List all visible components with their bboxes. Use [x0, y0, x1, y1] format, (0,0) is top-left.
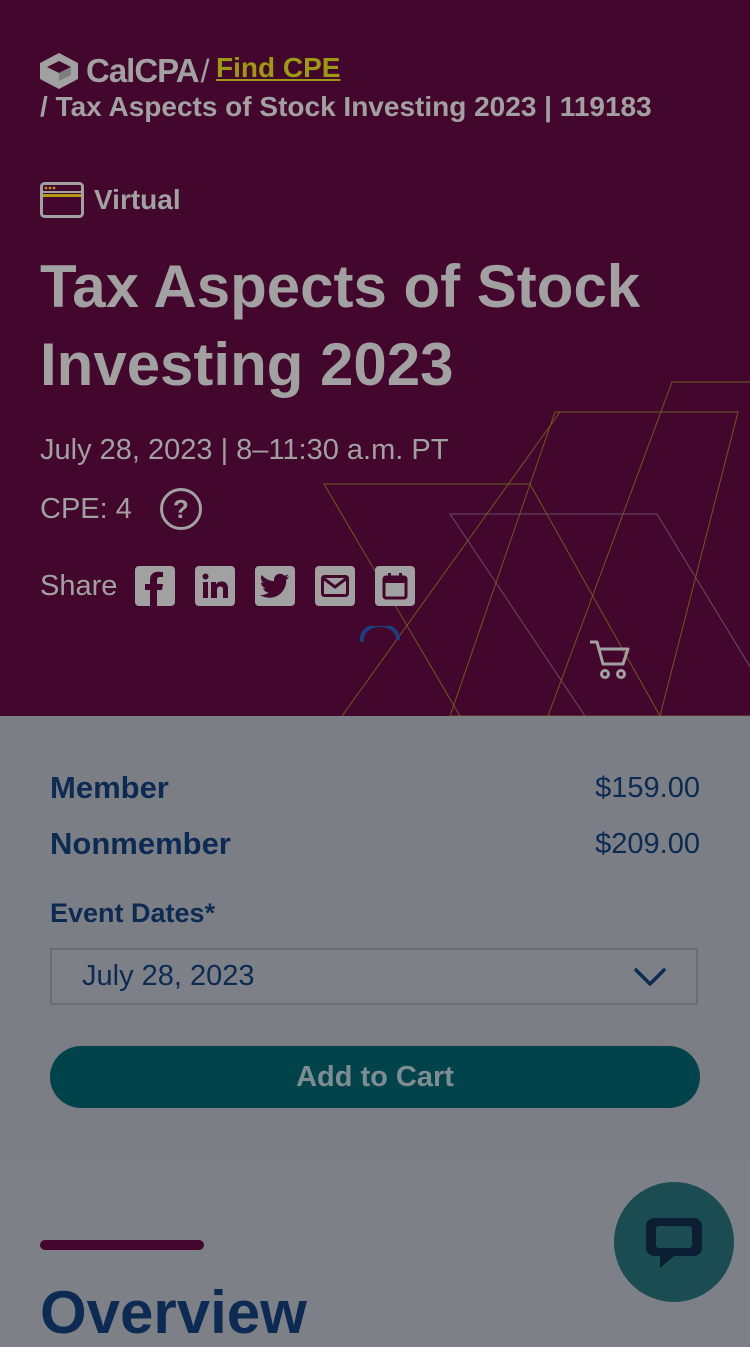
- cpe-credits: CPE: 4 ?: [40, 488, 202, 530]
- member-price-row: Member $159.00: [50, 770, 700, 806]
- breadcrumb-current-page: / Tax Aspects of Stock Investing 2023 | …: [40, 91, 652, 122]
- event-dates-selected-value: July 28, 2023: [82, 960, 255, 992]
- share-label: Share: [40, 569, 118, 602]
- calcpa-logo-icon: [40, 53, 78, 89]
- add-to-calendar-button[interactable]: [375, 566, 416, 606]
- event-dates-label: Event Dates*: [50, 898, 216, 928]
- logo-text: CalCPA: [86, 52, 200, 89]
- calcpa-logo[interactable]: CalCPA /: [40, 52, 209, 90]
- cpe-label: CPE: 4: [40, 492, 132, 525]
- share-facebook-button[interactable]: [135, 566, 176, 606]
- breadcrumb-separator: /: [200, 52, 210, 89]
- nonmember-price: $209.00: [595, 827, 700, 860]
- member-label: Member: [50, 770, 169, 805]
- calendar-icon: [382, 573, 408, 600]
- loading-spinner-icon: [359, 626, 400, 642]
- share-email-button[interactable]: [315, 566, 356, 606]
- event-format: Virtual: [40, 182, 181, 218]
- facebook-icon: [145, 571, 164, 606]
- event-title: Tax Aspects of Stock Investing 2023: [40, 253, 641, 398]
- event-hero: CalCPA / Find CPE / Tax Aspects of Stock…: [0, 0, 750, 716]
- member-price: $159.00: [595, 771, 700, 804]
- breadcrumb-find-cpe-link[interactable]: Find CPE: [216, 52, 340, 84]
- help-icon[interactable]: ?: [159, 488, 202, 530]
- email-icon: [321, 575, 350, 597]
- nonmember-price-row: Nonmember $209.00: [50, 826, 700, 862]
- event-dates-select[interactable]: July 28, 2023: [50, 948, 698, 1005]
- share-linkedin-button[interactable]: [195, 566, 236, 606]
- cart-icon[interactable]: [588, 638, 632, 682]
- browser-window-icon: [40, 182, 84, 218]
- share-twitter-button[interactable]: [255, 566, 296, 606]
- overview-accent-bar: [40, 1240, 204, 1250]
- nonmember-label: Nonmember: [50, 826, 231, 861]
- chat-bubble-icon: [646, 1218, 702, 1268]
- chevron-down-icon: [634, 967, 666, 986]
- linkedin-icon: [202, 573, 229, 598]
- twitter-icon: [260, 573, 290, 598]
- purchase-panel: Member $159.00 Nonmember $209.00 Event D…: [0, 716, 750, 1158]
- format-label: Virtual: [94, 184, 181, 215]
- chat-button[interactable]: [614, 1182, 734, 1302]
- share-bar: Share: [40, 566, 435, 606]
- add-to-cart-button[interactable]: Add to Cart: [50, 1046, 700, 1108]
- overview-heading: Overview: [40, 1279, 307, 1346]
- event-date-time: July 28, 2023 | 8–11:30 a.m. PT: [40, 434, 449, 466]
